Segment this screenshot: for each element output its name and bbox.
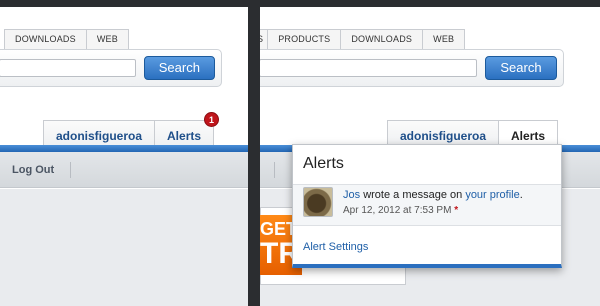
- nav-divider: [70, 162, 71, 178]
- right-screenshot-panel: S PRODUCTS DOWNLOADS WEB Search adonisfi…: [260, 7, 600, 306]
- popover-divider: [293, 225, 561, 226]
- search-button[interactable]: Search: [143, 56, 215, 80]
- nav-bar: Log Out: [0, 152, 248, 188]
- search-box: Search: [0, 49, 222, 87]
- alert-list-item[interactable]: Jos wrote a message on your profile. Apr…: [293, 185, 561, 225]
- scope-tab-web[interactable]: WEB: [85, 29, 129, 49]
- scope-tab-web[interactable]: WEB: [422, 29, 466, 49]
- alert-timestamp: Apr 12, 2012 at 7:53 PM *: [343, 205, 458, 216]
- content-area: [0, 189, 248, 306]
- scope-tab-downloads[interactable]: DOWNLOADS: [340, 29, 424, 49]
- search-button[interactable]: Search: [485, 56, 557, 80]
- search-input[interactable]: [0, 59, 136, 77]
- logout-link[interactable]: Log Out: [12, 152, 54, 188]
- search-bar: Search: [0, 49, 222, 87]
- alert-message-text: wrote a message on: [363, 189, 463, 201]
- search-input[interactable]: [260, 59, 477, 77]
- alert-settings-link[interactable]: Alert Settings: [303, 241, 368, 253]
- search-scope-tabs: DOWNLOADS WEB: [4, 29, 129, 49]
- alerts-count-badge: 1: [204, 112, 220, 127]
- alerts-tab-label: Alerts: [167, 129, 202, 143]
- alert-message-end: .: [519, 189, 523, 201]
- alert-user-link[interactable]: Jos: [343, 189, 360, 201]
- header-accent-bar: [0, 145, 248, 152]
- alert-target-link[interactable]: your profile: [465, 189, 519, 201]
- alerts-tab-label: Alerts: [511, 129, 546, 143]
- search-scope-tabs: S PRODUCTS DOWNLOADS WEB: [260, 29, 466, 49]
- avatar[interactable]: [303, 187, 333, 217]
- nav-divider: [274, 162, 275, 178]
- search-box: Search: [260, 49, 564, 87]
- alerts-popover: Alerts Jos wrote a message on your profi…: [292, 144, 562, 268]
- alerts-popover-title: Alerts: [303, 155, 344, 172]
- alert-message: Jos wrote a message on your profile.: [343, 189, 523, 201]
- scope-tab-products[interactable]: PRODUCTS: [267, 29, 342, 49]
- scope-tab-downloads[interactable]: DOWNLOADS: [4, 29, 87, 49]
- new-alert-marker: *: [454, 205, 459, 216]
- alert-time-text: Apr 12, 2012 at 7:53 PM: [343, 205, 452, 216]
- left-screenshot-panel: DOWNLOADS WEB Search adonisfigueroa Aler…: [0, 7, 248, 306]
- search-bar: Search: [260, 49, 564, 87]
